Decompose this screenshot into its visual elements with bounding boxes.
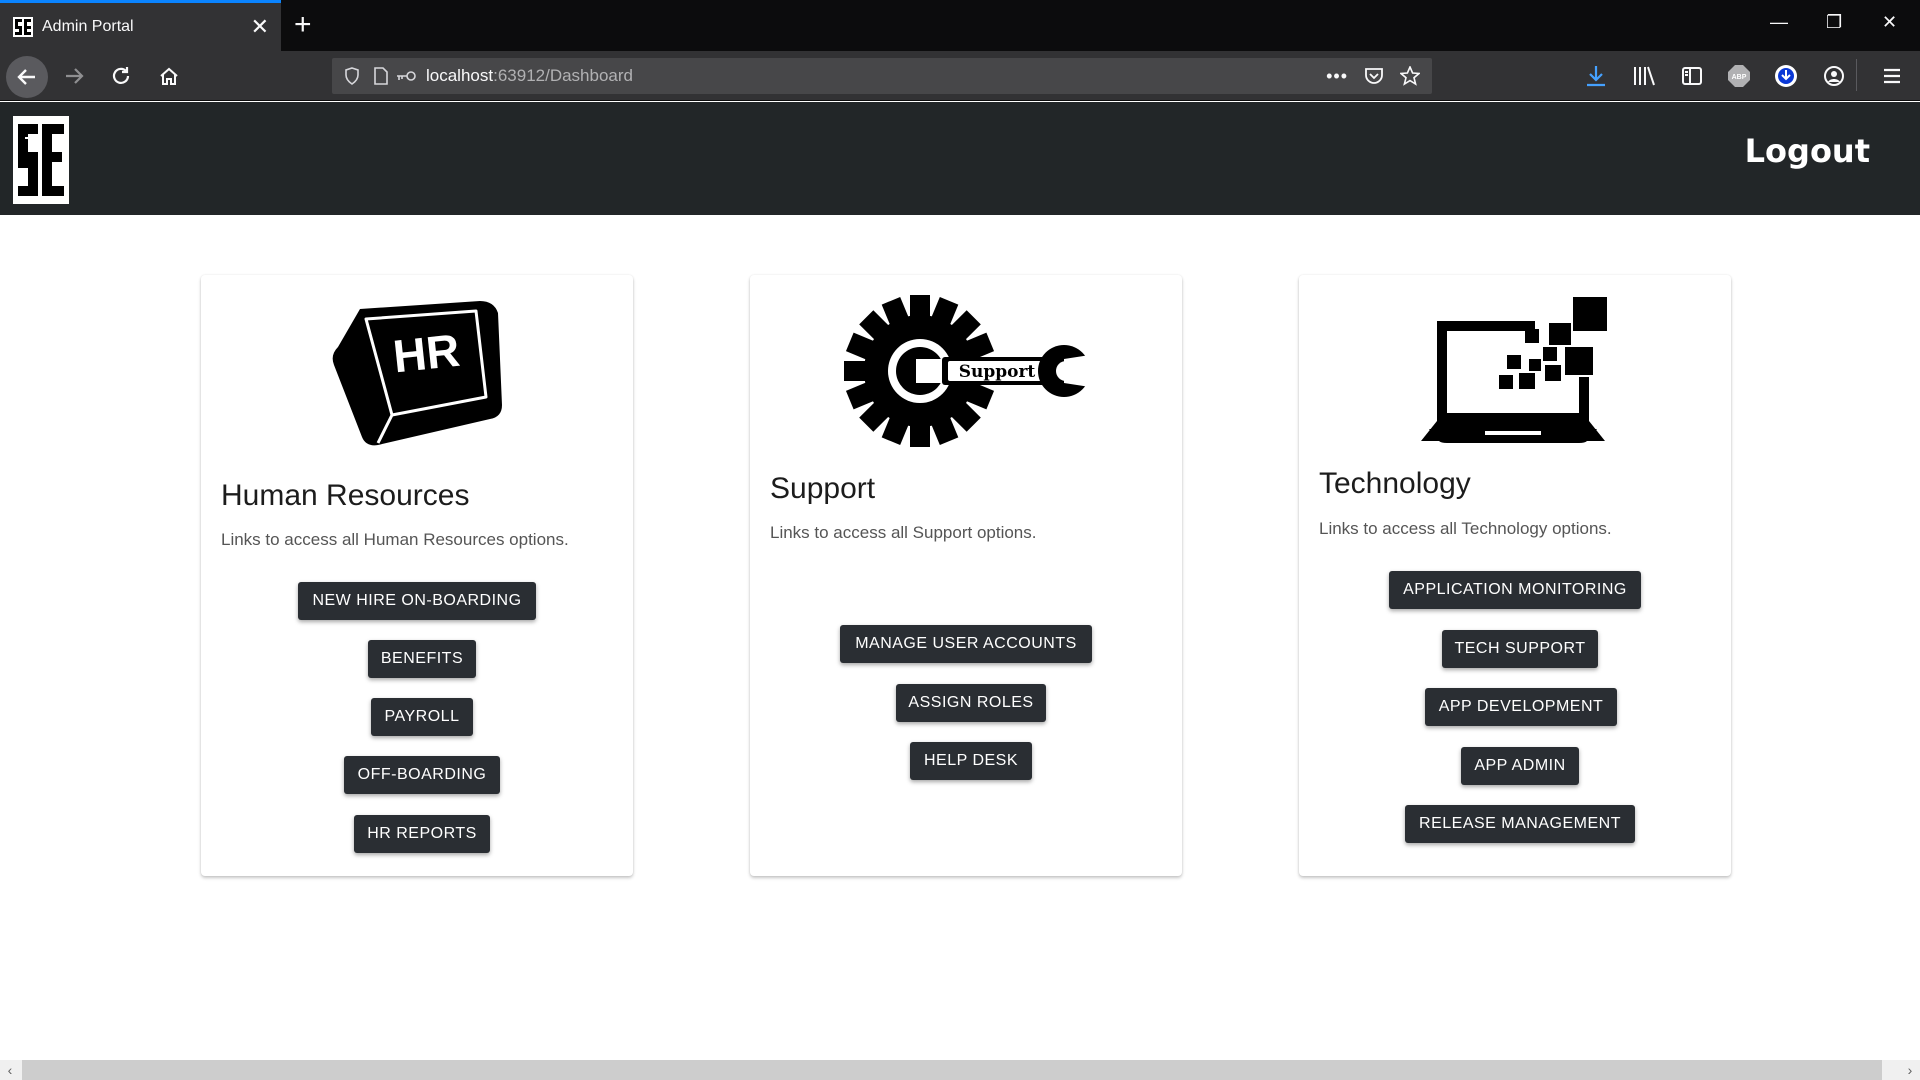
reload-icon	[112, 67, 130, 84]
support-card-text: Links to access all Support options.	[770, 523, 1037, 542]
page-icon	[374, 67, 388, 85]
sidebar-icon[interactable]	[1680, 64, 1704, 88]
shield-icon	[345, 67, 359, 85]
support-gear-wrench-icon: Support	[844, 295, 1090, 447]
support-card-title: Support	[770, 472, 876, 505]
new-hire-onboarding-button[interactable]: NEW HIRE ON-BOARDING	[298, 582, 536, 620]
minimize-icon[interactable]: —	[1770, 12, 1788, 33]
account-icon[interactable]	[1822, 64, 1846, 88]
hr-reports-button[interactable]: HR REPORTS	[354, 815, 490, 853]
scroll-left-icon[interactable]: ‹	[0, 1060, 20, 1080]
forward-button[interactable]	[56, 58, 92, 94]
page-actions-icon[interactable]: •••	[1326, 66, 1348, 87]
se-logo-icon	[18, 124, 64, 196]
key-icon	[397, 71, 416, 81]
back-arrow-icon	[17, 69, 35, 85]
close-tab-icon[interactable]: ✕	[251, 16, 269, 38]
tab-title: Admin Portal	[42, 18, 134, 35]
benefits-button[interactable]: BENEFITS	[368, 640, 476, 678]
tech-support-button[interactable]: TECH SUPPORT	[1442, 630, 1598, 668]
browser-toolbar: localhost:63912/Dashboard ••• ABP	[0, 51, 1920, 101]
forward-arrow-icon	[66, 68, 84, 84]
release-management-button[interactable]: RELEASE MANAGEMENT	[1405, 805, 1635, 843]
menu-icon[interactable]	[1880, 64, 1904, 88]
bookmark-star-icon[interactable]	[1400, 66, 1420, 86]
toolbar-divider	[1856, 59, 1857, 91]
window-close-icon[interactable]: ✕	[1882, 12, 1897, 33]
new-tab-icon[interactable]: +	[294, 10, 312, 40]
url-bar[interactable]: localhost:63912/Dashboard •••	[332, 58, 1432, 94]
svg-text:ABP: ABP	[1732, 74, 1747, 81]
url-host: localhost	[426, 66, 494, 85]
hr-card-text: Links to access all Human Resources opti…	[221, 530, 569, 549]
restore-icon[interactable]: ❐	[1826, 12, 1842, 33]
svg-text:HR: HR	[391, 324, 463, 383]
site-header: Logout	[0, 102, 1920, 215]
pocket-icon[interactable]	[1364, 67, 1384, 85]
home-button[interactable]	[151, 58, 187, 94]
back-button[interactable]	[6, 56, 48, 98]
reload-button[interactable]	[103, 58, 139, 94]
logout-link[interactable]: Logout	[1745, 132, 1870, 170]
off-boarding-button[interactable]: OFF-BOARDING	[344, 756, 500, 794]
site-logo[interactable]	[13, 116, 69, 204]
browser-tab[interactable]: Admin Portal ✕	[0, 0, 281, 51]
laptop-icon	[1421, 297, 1607, 443]
support-card: Support Support Links to access all Supp…	[750, 275, 1182, 876]
payroll-button[interactable]: PAYROLL	[371, 698, 473, 736]
hr-card: HR Human Resources Links to access all H…	[201, 275, 633, 876]
support-icon-label: Support	[959, 362, 1036, 382]
app-admin-button[interactable]: APP ADMIN	[1461, 747, 1579, 785]
hr-card-title: Human Resources	[221, 479, 470, 512]
horizontal-scrollbar[interactable]: ‹ ›	[0, 1060, 1920, 1080]
assign-roles-button[interactable]: ASSIGN ROLES	[896, 684, 1046, 722]
scrollbar-thumb[interactable]	[22, 1060, 1882, 1080]
adblock-icon[interactable]: ABP	[1727, 64, 1751, 88]
help-desk-button[interactable]: HELP DESK	[910, 742, 1032, 780]
url-path: :63912/Dashboard	[493, 66, 633, 85]
downloads-icon[interactable]	[1584, 64, 1608, 88]
scroll-right-icon[interactable]: ›	[1900, 1060, 1920, 1080]
technology-card-text: Links to access all Technology options.	[1319, 519, 1612, 538]
home-icon	[160, 67, 178, 85]
technology-card-title: Technology	[1319, 467, 1471, 500]
manage-user-accounts-button[interactable]: MANAGE USER ACCOUNTS	[840, 625, 1092, 663]
hr-key-icon: HR	[332, 301, 502, 446]
app-development-button[interactable]: APP DEVELOPMENT	[1425, 688, 1617, 726]
browser-tabstrip: Admin Portal ✕ + — ❐ ✕	[0, 0, 1920, 51]
application-monitoring-button[interactable]: APPLICATION MONITORING	[1389, 571, 1641, 609]
site-favicon-icon	[13, 17, 33, 37]
library-icon[interactable]	[1632, 64, 1656, 88]
download-helper-icon[interactable]	[1774, 64, 1798, 88]
technology-card: Technology Links to access all Technolog…	[1299, 275, 1731, 876]
